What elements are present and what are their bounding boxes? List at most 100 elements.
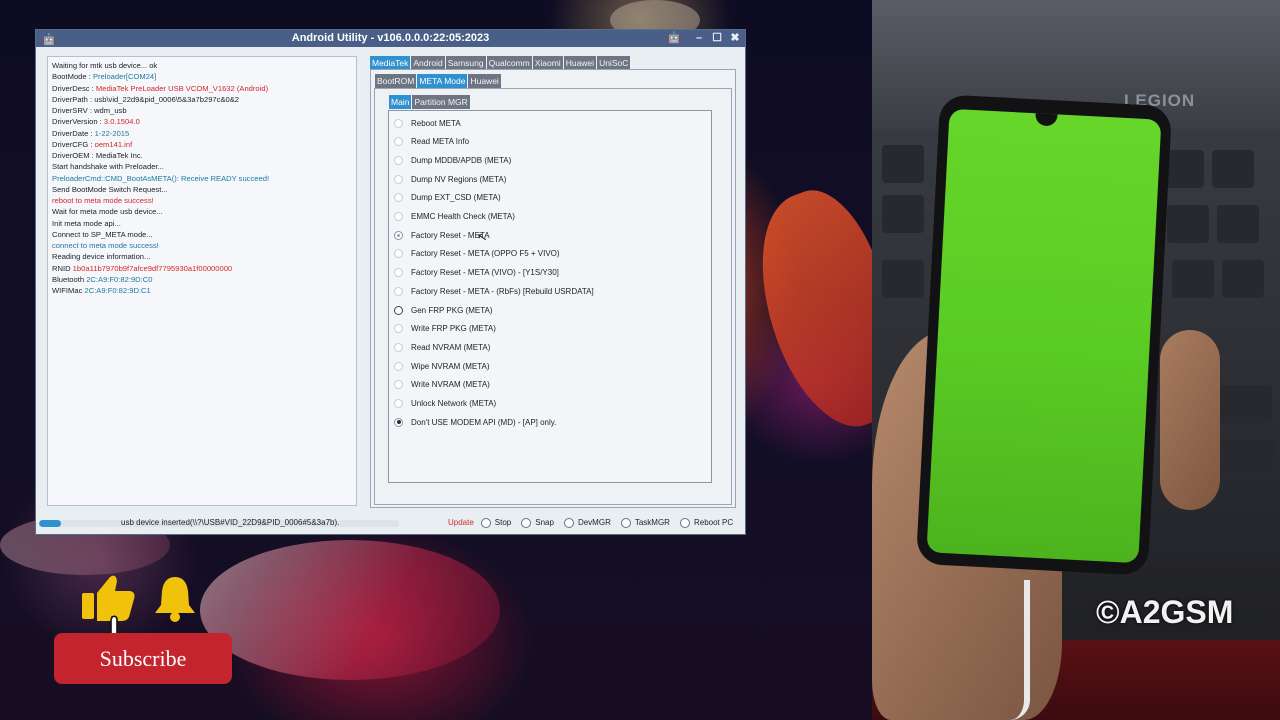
option-dump-mddb-apdb-meta[interactable]: Dump MDDB/APDB (META) (394, 154, 511, 166)
subscribe-button[interactable]: Subscribe (54, 633, 232, 684)
option-label: Reboot META (411, 118, 461, 128)
stop-button[interactable]: Stop (480, 517, 511, 529)
log-line: Waiting for mtk usb device... ok (52, 60, 352, 71)
radio-button[interactable] (394, 361, 403, 371)
reboot-pc-button[interactable]: Reboot PC (679, 517, 733, 529)
log-line-value: 2C:A9:F0:82:9D:C0 (86, 274, 153, 284)
status-text: usb device inserted(\\?\USB#VID_22D9&PID… (121, 518, 340, 527)
tab-qualcomm[interactable]: Qualcomm (486, 56, 532, 70)
option-unlock-network-meta[interactable]: Unlock Network (META) (394, 398, 496, 410)
snap-button[interactable]: Snap (521, 517, 554, 529)
taskmgr-button[interactable]: TaskMGR (620, 517, 670, 529)
option-write-nvram-meta[interactable]: Write NVRAM (META) (394, 379, 490, 391)
tab-unisoc[interactable]: UniSoC (597, 56, 631, 70)
window-controls: 🤖 – ☐ ✖ (667, 30, 741, 47)
option-reboot-meta[interactable]: Reboot META (394, 117, 461, 129)
radio-button[interactable] (394, 155, 403, 165)
tab-partition-mgr[interactable]: Partition MGR (412, 95, 470, 109)
minimize-button[interactable]: – (693, 30, 705, 47)
radio-button[interactable] (394, 417, 403, 427)
option-label: Read NVRAM (META) (411, 342, 491, 352)
wallpaper-shape (200, 540, 500, 680)
log-output-panel[interactable]: Waiting for mtk usb device... ok BootMode… (47, 56, 357, 506)
tab-samsung[interactable]: Samsung (445, 56, 486, 70)
log-line-label: DriverDate : (52, 128, 95, 138)
log-line-label: Start handshake with Preloader... (52, 162, 164, 172)
progress-fill (39, 520, 61, 527)
keyboard-key (1217, 440, 1277, 478)
radio-button[interactable] (394, 193, 403, 203)
option-read-nvram-meta[interactable]: Read NVRAM (META) (394, 341, 490, 353)
status-actions: Update Stop Snap DevMGR TaskMGR Reboot PC (448, 517, 739, 529)
radio-button[interactable] (394, 230, 403, 240)
usb-cable (1000, 580, 1030, 720)
radio-button[interactable] (394, 137, 403, 147)
tab-meta-mode[interactable]: META Mode (417, 74, 468, 88)
log-line-label: WIFIMac (52, 286, 85, 295)
radio-button[interactable] (394, 118, 403, 128)
radio-button[interactable] (394, 249, 403, 259)
option-factory-reset-meta-oppo-f5-vivo[interactable]: Factory Reset - META (OPPO F5 + VIVO) (394, 248, 560, 260)
log-line-label: DriverSRV : (52, 106, 95, 115)
option-label: EMMC Health Check (META) (411, 212, 515, 221)
log-line-label: Send BootMode Switch Request... (52, 184, 168, 194)
radio-button[interactable] (394, 324, 403, 334)
log-line: connect to meta mode success! (52, 240, 352, 251)
option-label: Factory Reset - META - (RbFs) [Rebuild U… (411, 286, 594, 296)
title-bar[interactable]: 🤖 Android Utility - v106.0.0.0:22:05:202… (36, 30, 745, 47)
tab-huawei[interactable]: Huawei (468, 74, 501, 88)
option-dump-nv-regions-meta[interactable]: Dump NV Regions (META) (394, 173, 506, 185)
option-wipe-nvram-meta[interactable]: Wipe NVRAM (META) (394, 360, 490, 372)
radio-button[interactable] (394, 342, 403, 352)
radio-button[interactable] (394, 399, 403, 408)
tab-mediatek[interactable]: MediaTek (370, 56, 411, 70)
radio-button[interactable] (563, 518, 574, 528)
radio-button[interactable] (394, 174, 403, 184)
close-button[interactable]: ✖ (729, 30, 741, 47)
log-line: DriverOEM : MediaTek Inc. (52, 150, 352, 161)
tab-android[interactable]: Android (411, 56, 445, 70)
vendor-tab-panel: BootROM META Mode Huawei Main Partition MGR… (370, 69, 736, 508)
radio-button[interactable] (394, 268, 403, 278)
log-line-label: DriverPath : (52, 94, 95, 104)
devmgr-button[interactable]: DevMGR (563, 517, 611, 529)
option-gen-frp-pkg-meta[interactable]: Gen FRP PKG (META) (394, 304, 493, 316)
option-don-t-use-modem-api-md-ap-only[interactable]: Don't USE MODEM API (MD) - [AP] only. (394, 416, 556, 428)
log-line-label: Init meta mode api... (52, 218, 121, 228)
finger (1160, 330, 1220, 510)
tab-bootrom[interactable]: BootROM (375, 74, 417, 88)
option-write-frp-pkg-meta[interactable]: Write FRP PKG (META) (394, 323, 496, 335)
log-line-value: reboot to meta mode success! (52, 196, 154, 205)
maximize-button[interactable]: ☐ (711, 30, 723, 47)
radio-button[interactable] (620, 518, 631, 528)
option-factory-reset-meta-vivo-y1s-y30[interactable]: Factory Reset - META (VIVO) - [Y1S/Y30] (394, 267, 559, 279)
tab-main[interactable]: Main (389, 95, 412, 109)
log-line-label: Bluetooth (52, 274, 87, 284)
tab-xiaomi[interactable]: Xiaomi (532, 56, 563, 70)
tab-huawei[interactable]: Huawei (563, 56, 597, 70)
radio-button[interactable] (480, 518, 491, 528)
option-emmc-health-check-meta[interactable]: EMMC Health Check (META) (394, 211, 515, 223)
radio-button[interactable] (394, 380, 403, 390)
mode-tab-panel: Main Partition MGR Reboot META Read META I… (374, 88, 732, 505)
option-factory-reset-meta-rbfs-rebuild-usrdata[interactable]: Factory Reset - META - (RbFs) [Rebuild U… (394, 285, 594, 297)
log-line-value: Preloader[COM24] (92, 72, 157, 82)
option-read-meta-info[interactable]: Read META Info (394, 136, 469, 148)
radio-button[interactable] (394, 286, 403, 296)
log-line: PreloaderCmd::CMD_BootAsMETA(): Receive … (52, 173, 352, 184)
log-line-value: connect to meta mode success! (52, 241, 159, 250)
option-label: Gen FRP PKG (META) (411, 305, 493, 315)
option-dump-ext-csd-meta[interactable]: Dump EXT_CSD (META) (394, 192, 501, 204)
radio-button[interactable] (394, 305, 403, 315)
log-line: Init meta mode api... (52, 218, 352, 229)
keyboard-key (882, 195, 924, 233)
radio-button[interactable] (521, 518, 532, 528)
option-label: Unlock Network (META) (411, 399, 497, 408)
smartphone (915, 94, 1173, 576)
log-line-label: RNID (52, 263, 73, 273)
log-line: DriverPath : usb\vid_22d9&pid_0006\5&3a7… (52, 94, 352, 105)
radio-button[interactable] (679, 518, 690, 528)
sub-tabs: Main Partition MGR (389, 95, 470, 109)
update-link[interactable]: Update (448, 517, 474, 529)
radio-button[interactable] (394, 212, 403, 221)
